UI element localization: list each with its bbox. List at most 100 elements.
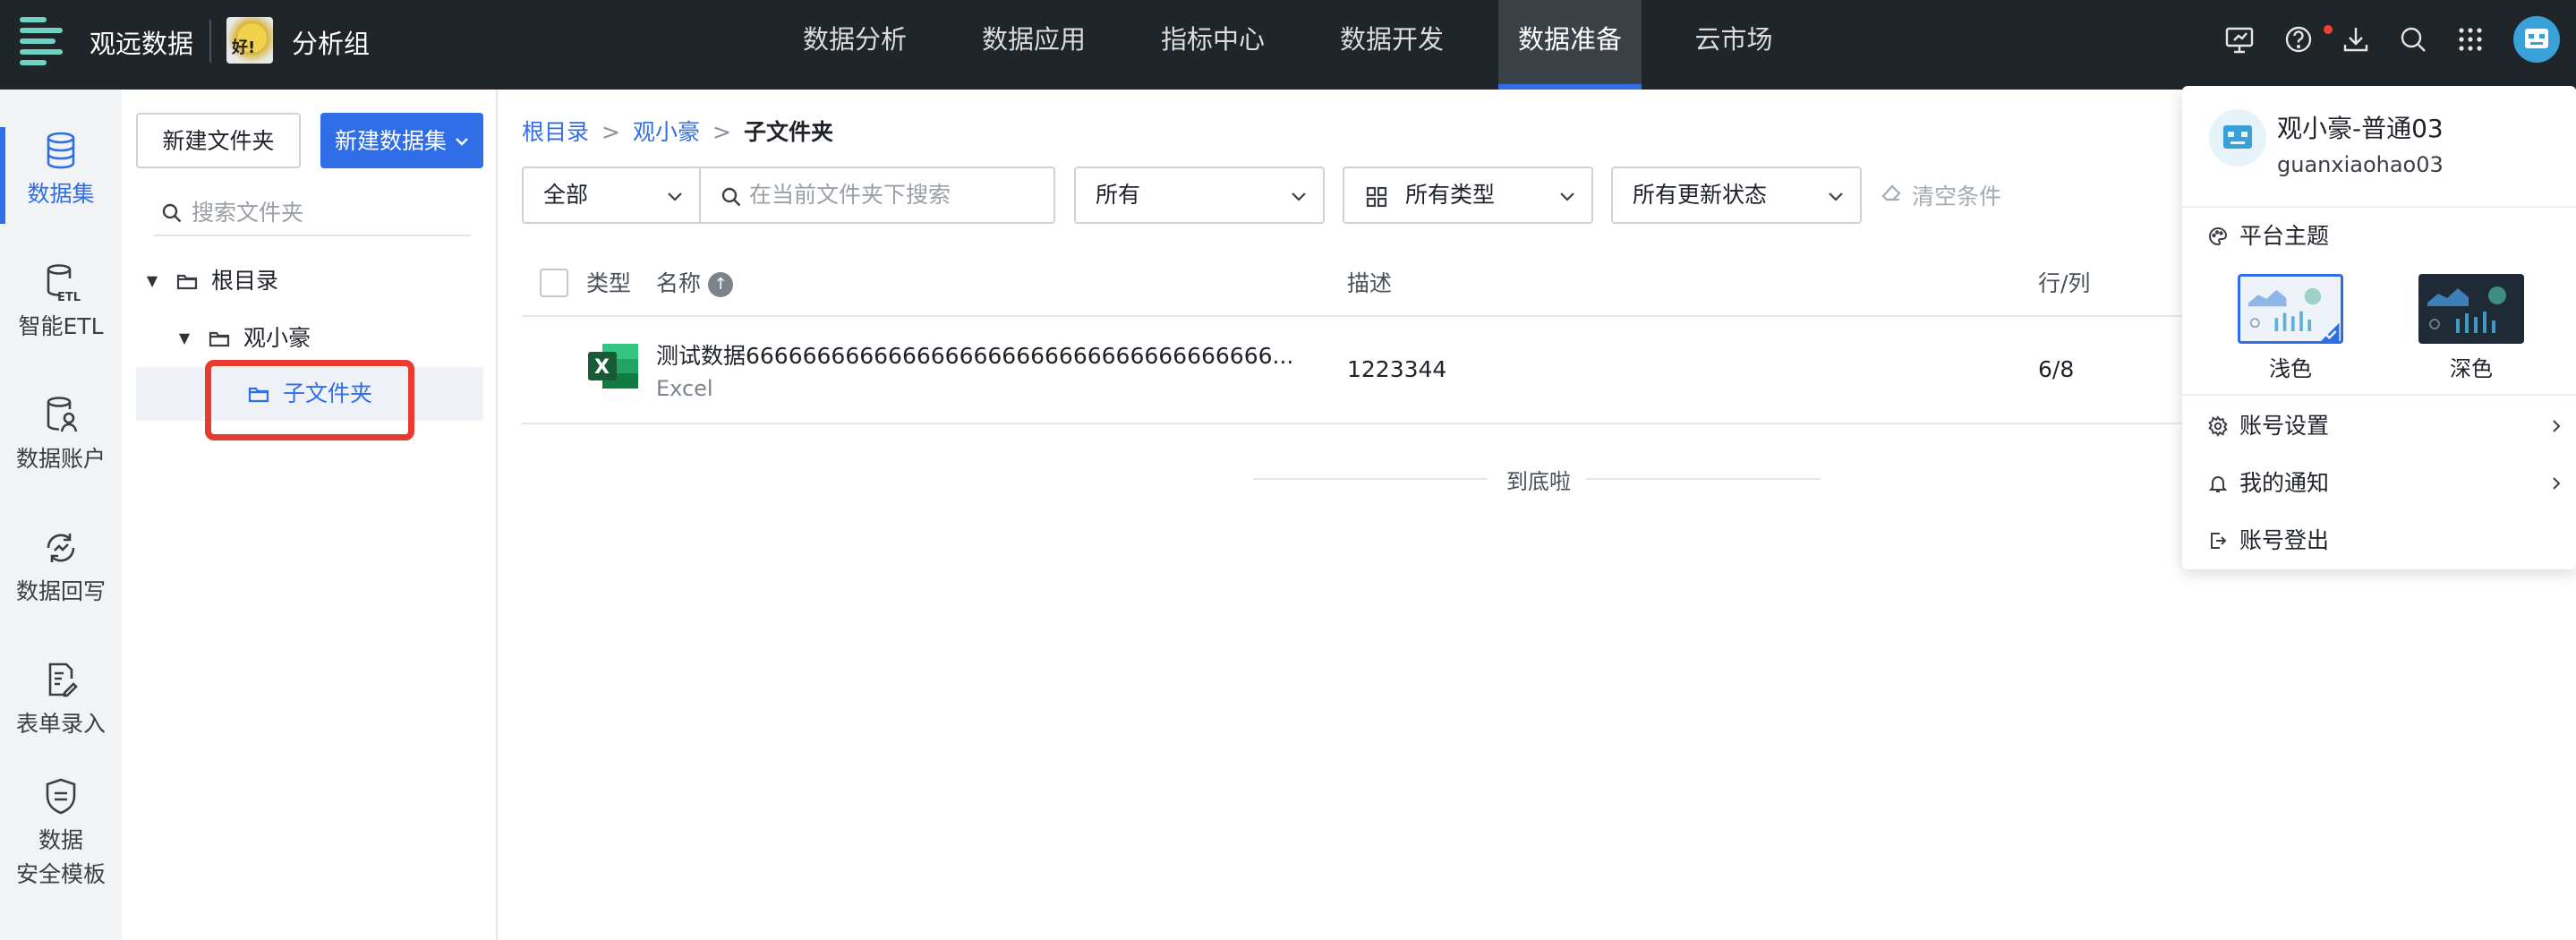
annotation-highlight-box [205, 360, 414, 440]
rail-item-data-account[interactable]: 数据账户 [0, 394, 122, 476]
nav-data-apps[interactable]: 数据应用 [958, 0, 1110, 90]
chevron-right-icon [2553, 420, 2561, 432]
rail-item-dataset[interactable]: 数据集 [0, 129, 122, 211]
tree-node-root[interactable]: ▼ 根目录 [136, 254, 483, 308]
rail-label-form-entry: 表单录入 [15, 711, 106, 737]
rail-item-etl[interactable]: ETL 智能ETL [0, 261, 122, 344]
user-account-id: guanxiaohao03 [2277, 152, 2444, 177]
folder-icon [176, 274, 198, 290]
new-folder-button[interactable]: 新建文件夹 [136, 113, 301, 168]
palette-icon [2209, 226, 2228, 246]
svg-text:X: X [594, 356, 610, 379]
user-avatar[interactable] [2513, 16, 2560, 63]
end-divider-left [1253, 478, 1488, 480]
select-all-checkbox[interactable] [540, 269, 568, 297]
writeback-icon [47, 534, 75, 562]
apps-grid-icon[interactable] [2452, 21, 2488, 57]
breadcrumb-sep: > [601, 119, 620, 145]
breadcrumb: 根目录 > 观小豪 > 子文件夹 [522, 115, 833, 147]
dataset-name-link[interactable]: 测试数据666666666666666666666666666666666666… [656, 338, 1293, 371]
nav-data-prep[interactable]: 数据准备 [1498, 0, 1642, 90]
chevron-down-icon [456, 138, 468, 146]
notification-dot [2324, 25, 2333, 34]
search-icon [721, 187, 741, 207]
nav-metrics-center[interactable]: 指标中心 [1137, 0, 1289, 90]
update-status-select[interactable]: 所有更新状态 [1611, 167, 1862, 224]
sort-up-icon[interactable]: ↑ [708, 272, 734, 297]
monitor-icon[interactable] [2222, 21, 2257, 57]
breadcrumb-root[interactable]: 根目录 [522, 119, 589, 145]
account-settings-item[interactable]: 账号设置 [2207, 408, 2565, 444]
help-icon[interactable] [2281, 21, 2316, 57]
search-icon [162, 203, 182, 223]
rail-item-writeback[interactable]: 数据回写 [0, 526, 122, 609]
folder-search-placeholder: 搜索文件夹 [192, 200, 304, 226]
new-dataset-button[interactable]: 新建数据集 [320, 113, 483, 168]
dataset-rowcol: 6/8 [2038, 356, 2075, 382]
rail-label-writeback: 数据回写 [15, 578, 106, 604]
rail-item-form-entry[interactable]: 表单录入 [0, 659, 122, 741]
dataset-type: Excel [656, 376, 713, 401]
gear-icon [2208, 415, 2228, 437]
rail-label-dataset: 数据集 [27, 181, 95, 207]
bell-icon [2208, 476, 2228, 492]
chevron-down-icon [668, 192, 682, 201]
nav-data-dev[interactable]: 数据开发 [1316, 0, 1468, 90]
column-name[interactable]: 名称 ↑ [656, 251, 734, 317]
grid-icon [1366, 186, 1387, 208]
tree-node-label: 观小豪 [243, 325, 311, 351]
theme-section-label: 平台主题 [2239, 223, 2330, 249]
tree-node-label: 根目录 [211, 268, 279, 294]
rail-label-data-account: 数据账户 [15, 446, 106, 472]
breadcrumb-parent[interactable]: 观小豪 [633, 119, 700, 145]
type-select-value: 所有类型 [1405, 182, 1496, 208]
column-rowcol: 行/列 [2038, 270, 2091, 296]
user-menu-popover: 观小豪-普通03 guanxiaohao03 平台主题 浅色 深色 账号设置 我… [2182, 86, 2576, 569]
theme-light-label: 浅色 [2269, 356, 2312, 381]
brand-name: 观远数据 [90, 29, 194, 59]
tree-node-user-folder[interactable]: ▼ 观小豪 [136, 312, 483, 365]
theme-dark-label: 深色 [2450, 356, 2493, 381]
my-notifications-label: 我的通知 [2239, 470, 2330, 496]
caret-down-icon[interactable]: ▼ [177, 312, 192, 365]
theme-section-title: 平台主题 [2207, 218, 2565, 254]
theme-dark-option[interactable] [2418, 274, 2524, 344]
team-switcher[interactable]: 分析组 [292, 23, 370, 61]
folder-content-search-input[interactable]: 在当前文件夹下搜索 [699, 167, 1055, 224]
divider [209, 20, 211, 63]
divider [2182, 394, 2576, 396]
clear-filters-button[interactable]: 清空条件 [1880, 179, 2001, 211]
rail-label-security-line2: 安全模板 [15, 861, 106, 887]
update-status-value: 所有更新状态 [1633, 182, 1768, 208]
new-dataset-label: 新建数据集 [335, 128, 448, 154]
shield-template-icon [46, 778, 76, 815]
dataset-description: 1223344 [1347, 356, 1447, 382]
scope-select[interactable]: 全部 [522, 167, 701, 224]
caret-down-icon[interactable]: ▼ [145, 254, 159, 308]
download-icon[interactable] [2338, 21, 2374, 57]
search-icon[interactable] [2395, 21, 2431, 57]
user-display-name: 观小豪-普通03 [2277, 114, 2444, 143]
end-of-list-text: 到底啦 [1506, 469, 1571, 494]
light-theme-thumbnail [2248, 287, 2340, 341]
nav-data-analysis[interactable]: 数据分析 [779, 0, 931, 90]
nav-cloud-market[interactable]: 云市场 [1667, 0, 1801, 90]
folder-icon [209, 331, 230, 347]
left-rail: 数据集 ETL 智能ETL 数据账户 数据回写 表单录入 数据 安全模板 [0, 90, 122, 940]
folder-search-input[interactable]: 搜索文件夹 [154, 190, 471, 236]
logout-icon [2211, 533, 2227, 549]
column-name-label: 名称 [656, 270, 702, 296]
svg-text:ETL: ETL [57, 291, 81, 304]
type-select[interactable]: 所有类型 [1343, 167, 1593, 224]
my-notifications-item[interactable]: 我的通知 [2207, 466, 2565, 501]
owner-select[interactable]: 所有 [1074, 167, 1325, 224]
theme-light-option[interactable] [2238, 274, 2343, 344]
form-entry-icon [48, 662, 78, 697]
team-avatar[interactable]: 好! [226, 17, 273, 64]
breadcrumb-current: 子文件夹 [743, 119, 833, 145]
logout-item[interactable]: 账号登出 [2207, 523, 2565, 559]
app-logo-icon[interactable] [20, 15, 68, 65]
excel-file-icon: X [588, 344, 638, 389]
rail-item-security-template[interactable]: 数据 安全模板 [0, 775, 122, 892]
user-menu-avatar [2209, 109, 2266, 167]
